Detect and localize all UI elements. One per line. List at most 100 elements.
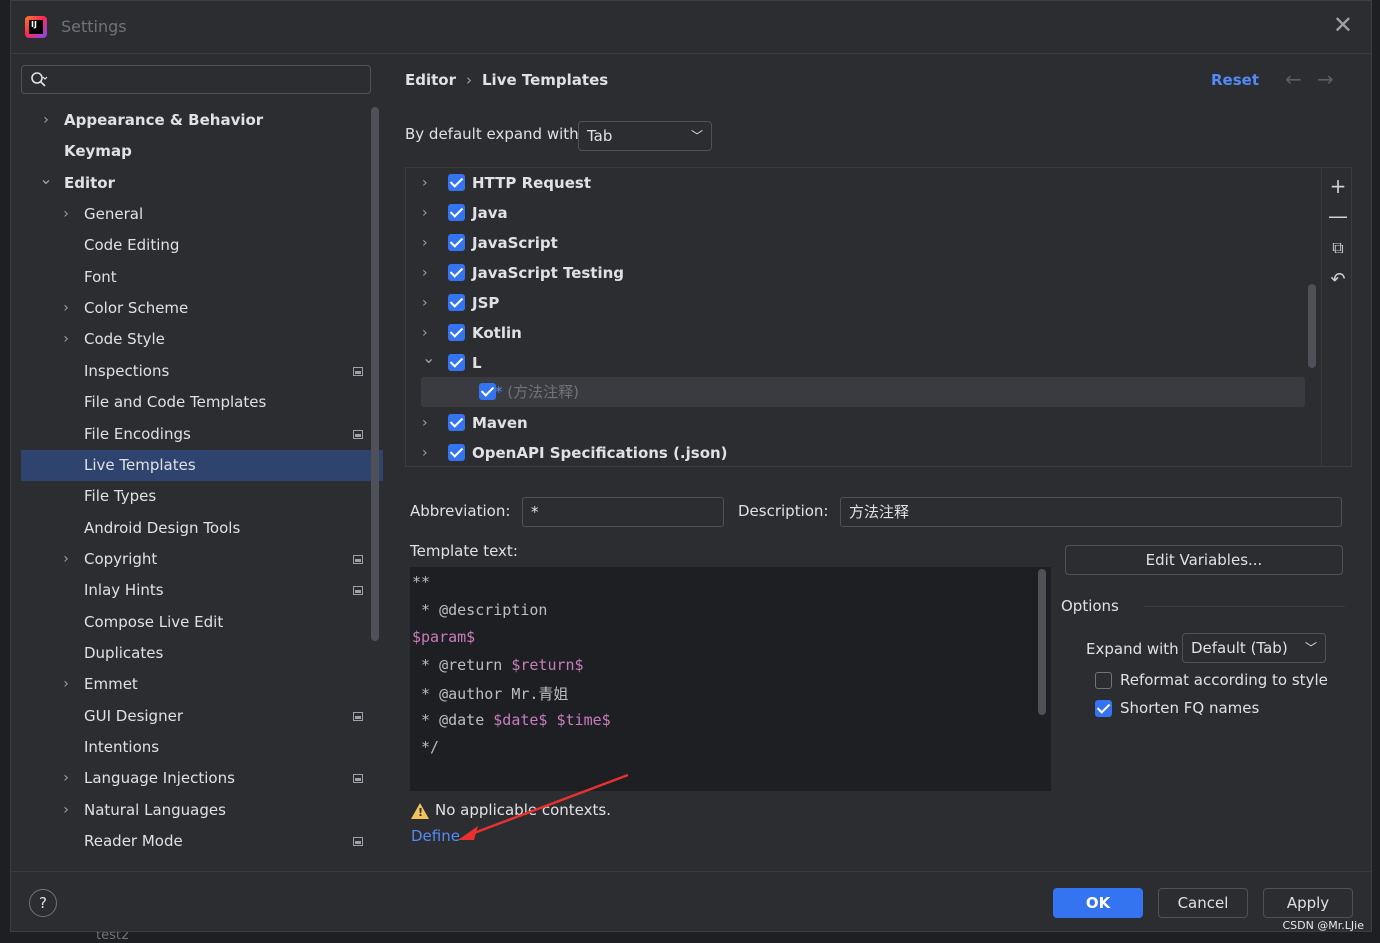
template-variable: $date$: [493, 710, 548, 729]
template-group-checkbox[interactable]: [448, 324, 465, 341]
close-icon[interactable]: ✕: [1333, 13, 1353, 37]
sidebar-item-label: Compose Live Edit: [84, 612, 224, 631]
sidebar-item[interactable]: Inlay Hints: [21, 575, 383, 606]
chevron-right-icon[interactable]: ›: [422, 408, 428, 438]
template-code-line: $param$: [412, 628, 475, 646]
sidebar-item[interactable]: › Appearance & Behavior: [21, 105, 383, 136]
sidebar-item[interactable]: Inspections: [21, 356, 383, 387]
chevron-right-icon[interactable]: ›: [422, 258, 428, 288]
reset-link[interactable]: Reset: [1211, 71, 1259, 89]
template-group-checkbox[interactable]: [448, 204, 465, 221]
sidebar-item[interactable]: › Copyright: [21, 544, 383, 575]
template-group-row[interactable]: › Java: [406, 198, 1306, 228]
nav-scrollbar[interactable]: [371, 107, 379, 641]
sidebar-item[interactable]: › General: [21, 199, 383, 230]
reformat-label[interactable]: Reformat according to style: [1120, 671, 1328, 689]
sidebar-item[interactable]: › Code Style: [21, 324, 383, 355]
selected-template-checkbox[interactable]: [479, 383, 496, 400]
sidebar-item[interactable]: File Encodings: [21, 419, 383, 450]
sidebar-item[interactable]: File Types: [21, 481, 383, 512]
help-icon[interactable]: ?: [29, 889, 57, 917]
shorten-fq-checkbox[interactable]: [1095, 700, 1112, 717]
copy-icon[interactable]: ⧉: [1328, 238, 1348, 258]
template-groups-tree: › HTTP Request › Java › JavaScript › JavaScript…: [405, 167, 1352, 467]
apply-button[interactable]: Apply: [1263, 888, 1353, 918]
sidebar-item[interactable]: Compose Live Edit: [21, 607, 383, 638]
sidebar-item[interactable]: Code Editing: [21, 230, 383, 261]
chevron-right-icon[interactable]: ›: [422, 438, 428, 466]
chevron-down-icon[interactable]: ⌄: [422, 343, 435, 373]
sidebar-item[interactable]: File and Code Templates: [21, 387, 383, 418]
chevron-right-icon[interactable]: ›: [422, 288, 428, 318]
chevron-right-icon[interactable]: ›: [422, 168, 428, 198]
sidebar-item[interactable]: › Natural Languages: [21, 795, 383, 826]
sidebar-item[interactable]: › Language Injections: [21, 763, 383, 794]
sidebar-item[interactable]: GUI Designer: [21, 701, 383, 732]
template-group-checkbox[interactable]: [448, 444, 465, 461]
chevron-right-icon[interactable]: ›: [39, 105, 53, 136]
description-field[interactable]: 方法注释: [840, 497, 1342, 527]
template-group-label: JavaScript: [472, 234, 558, 252]
template-group-checkbox[interactable]: [448, 264, 465, 281]
shorten-fq-label[interactable]: Shorten FQ names: [1120, 699, 1259, 717]
editor-scrollbar[interactable]: [1038, 569, 1046, 715]
sidebar-item[interactable]: TextMate Bundles: [21, 857, 383, 865]
default-expand-select[interactable]: Tab ﹀: [578, 121, 712, 151]
template-group-checkbox[interactable]: [448, 354, 465, 371]
sidebar-item[interactable]: Reader Mode: [21, 826, 383, 857]
chevron-right-icon[interactable]: ›: [59, 795, 73, 826]
edit-variables-button[interactable]: Edit Variables...: [1065, 545, 1343, 575]
expand-with-value: Default (Tab): [1191, 639, 1288, 657]
add-icon[interactable]: +: [1328, 176, 1348, 196]
template-tree-scrollbar[interactable]: [1308, 284, 1316, 368]
template-text-editor[interactable]: ** * @description $param$ * @return $retu…: [410, 567, 1051, 791]
chevron-right-icon[interactable]: ›: [422, 228, 428, 258]
breadcrumb-parent[interactable]: Editor: [405, 71, 456, 89]
sidebar-item[interactable]: Keymap: [21, 136, 383, 167]
sidebar-item[interactable]: Duplicates: [21, 638, 383, 669]
remove-icon[interactable]: —: [1328, 206, 1348, 226]
template-group-checkbox[interactable]: [448, 174, 465, 191]
chevron-right-icon[interactable]: ›: [59, 669, 73, 700]
template-group-row[interactable]: › JavaScript: [406, 228, 1306, 258]
sidebar-item[interactable]: Android Design Tools: [21, 513, 383, 544]
arrow-left-icon[interactable]: ←: [1285, 67, 1302, 91]
chevron-right-icon[interactable]: ›: [59, 763, 73, 794]
chevron-right-icon[interactable]: ›: [422, 198, 428, 228]
template-group-row[interactable]: › Maven: [406, 408, 1306, 438]
sidebar-item[interactable]: Live Templates: [21, 449, 383, 481]
cancel-button[interactable]: Cancel: [1158, 888, 1248, 918]
reformat-checkbox[interactable]: [1095, 672, 1112, 689]
chevron-right-icon[interactable]: ›: [59, 324, 73, 355]
chevron-right-icon[interactable]: ›: [59, 199, 73, 230]
template-group-checkbox[interactable]: [448, 294, 465, 311]
sidebar-item-label: Duplicates: [84, 643, 164, 662]
sidebar-item[interactable]: Intentions: [21, 732, 383, 763]
sidebar-item[interactable]: › Emmet: [21, 669, 383, 700]
define-context-link[interactable]: Define: [411, 827, 460, 845]
chevron-right-icon[interactable]: ›: [59, 544, 73, 575]
template-group-row[interactable]: › JavaScript Testing: [406, 258, 1306, 288]
undo-icon[interactable]: ↶: [1328, 270, 1348, 290]
sidebar-item[interactable]: Font: [21, 262, 383, 293]
template-group-row[interactable]: › JSP: [406, 288, 1306, 318]
sidebar-item[interactable]: › Color Scheme: [21, 293, 383, 324]
template-group-row[interactable]: › Kotlin: [406, 318, 1306, 348]
selected-template-row[interactable]: * (方法注释): [421, 377, 1305, 407]
sidebar-item[interactable]: ⌄ Editor: [21, 168, 383, 199]
expand-with-select[interactable]: Default (Tab) ﹀: [1182, 633, 1326, 663]
arrow-right-icon[interactable]: →: [1317, 67, 1334, 91]
template-group-checkbox[interactable]: [448, 414, 465, 431]
template-group-row[interactable]: › HTTP Request: [406, 168, 1306, 198]
selected-template-abbreviation: *: [495, 383, 503, 401]
chevron-right-icon[interactable]: ›: [59, 293, 73, 324]
abbreviation-field[interactable]: *: [522, 497, 724, 527]
template-group-checkbox[interactable]: [448, 234, 465, 251]
chevron-down-icon[interactable]: ⌄: [39, 163, 53, 194]
template-group-row[interactable]: ⌄ L: [406, 348, 1306, 378]
options-divider: [1143, 606, 1345, 607]
ok-button[interactable]: OK: [1053, 888, 1143, 918]
sidebar-item-label: Natural Languages: [84, 800, 226, 819]
template-group-row[interactable]: › OpenAPI Specifications (.json): [406, 438, 1306, 466]
settings-search-input[interactable]: [21, 65, 371, 94]
